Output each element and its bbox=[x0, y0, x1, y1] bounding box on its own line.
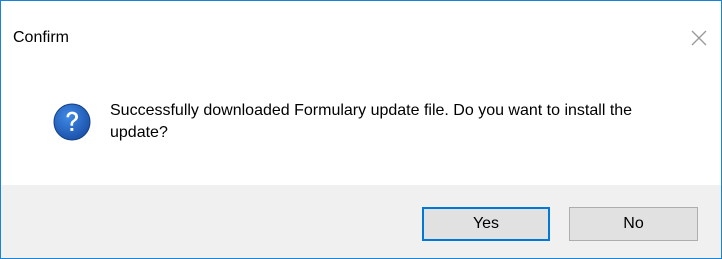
button-bar: Yes No bbox=[1, 185, 721, 258]
question-icon bbox=[53, 103, 91, 141]
dialog-title: Confirm bbox=[13, 29, 70, 46]
title-bar: Confirm bbox=[1, 1, 721, 46]
message-text: Successfully downloaded Formulary update… bbox=[110, 102, 633, 141]
yes-button[interactable]: Yes bbox=[422, 207, 550, 241]
close-icon[interactable] bbox=[688, 27, 710, 49]
no-button[interactable]: No bbox=[569, 207, 698, 241]
message-area: Successfully downloaded Formulary update… bbox=[1, 59, 721, 185]
confirm-dialog: Confirm Successfully downloaded Formular… bbox=[0, 0, 722, 259]
